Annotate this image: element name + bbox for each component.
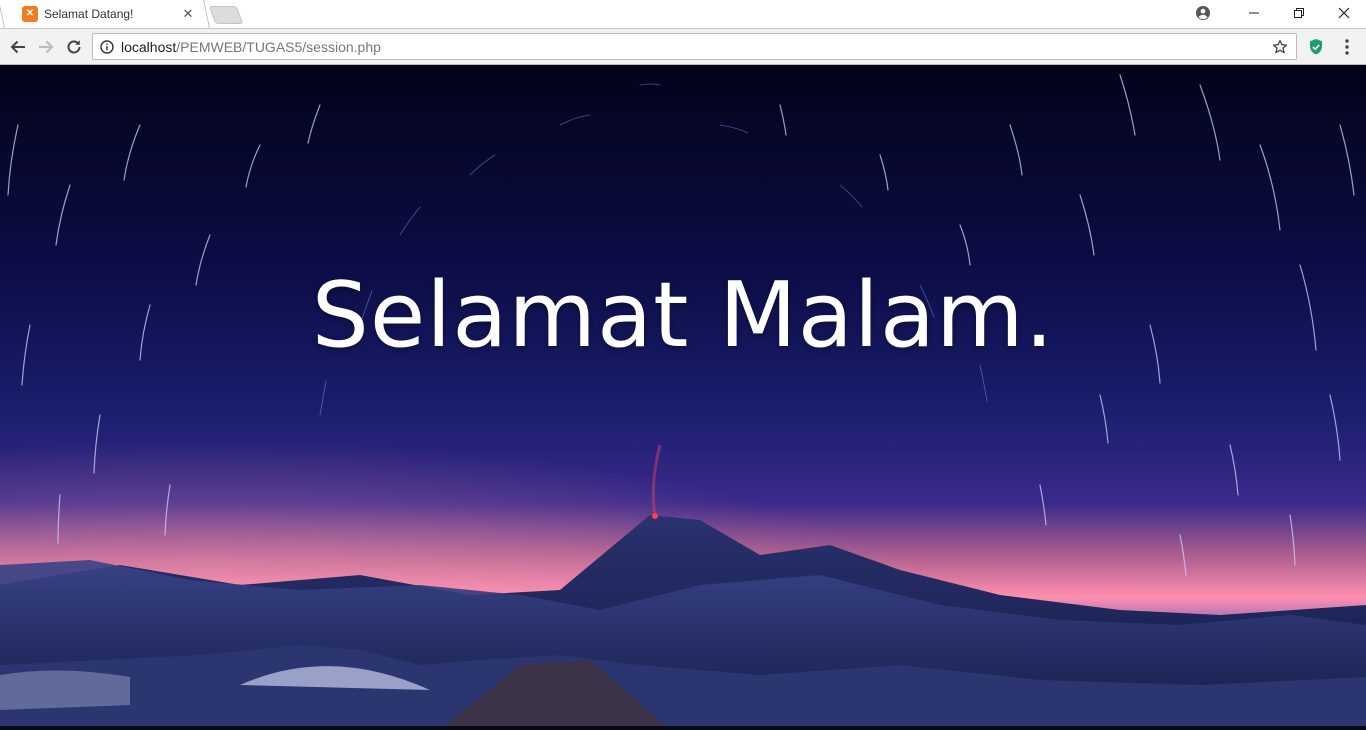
back-icon[interactable] <box>6 35 30 59</box>
window-close-icon[interactable] <box>1321 0 1366 26</box>
star-icon[interactable] <box>1268 35 1292 59</box>
bottom-edge <box>0 726 1366 730</box>
browser-toolbar: localhost/PEMWEB/TUGAS5/session.php <box>0 28 1366 65</box>
forward-icon[interactable] <box>34 35 58 59</box>
url-path: /PEMWEB/TUGAS5/session.php <box>176 38 381 55</box>
tab-title: Selamat Datang! <box>44 7 134 21</box>
new-tab-icon[interactable] <box>208 6 244 24</box>
window-controls <box>1185 0 1366 26</box>
url-host: localhost <box>121 38 177 55</box>
page-viewport: Selamat Malam. <box>0 65 1366 730</box>
restore-icon[interactable] <box>1276 0 1321 26</box>
close-icon[interactable]: ✕ <box>180 6 196 22</box>
info-icon[interactable] <box>99 39 115 55</box>
reload-icon[interactable] <box>62 35 86 59</box>
address-bar[interactable]: localhost/PEMWEB/TUGAS5/session.php <box>92 33 1297 60</box>
tab-strip: ✕ Selamat Datang! ✕ <box>0 0 1366 28</box>
minimize-icon[interactable] <box>1231 0 1276 26</box>
url-text[interactable]: localhost/PEMWEB/TUGAS5/session.php <box>121 39 1268 55</box>
tab-selamat-datang[interactable]: ✕ Selamat Datang! ✕ <box>14 0 204 28</box>
background-scene <box>0 65 1366 730</box>
more-vertical-icon[interactable] <box>1336 35 1358 59</box>
profile-icon[interactable] <box>1185 0 1221 26</box>
shield-icon[interactable] <box>1305 35 1327 59</box>
xampp-icon: ✕ <box>22 6 38 22</box>
greeting-heading: Selamat Malam. <box>311 263 1055 368</box>
browser-window: ✕ Selamat Datang! ✕ localhost/PEMWEB/TUG… <box>0 0 1366 730</box>
